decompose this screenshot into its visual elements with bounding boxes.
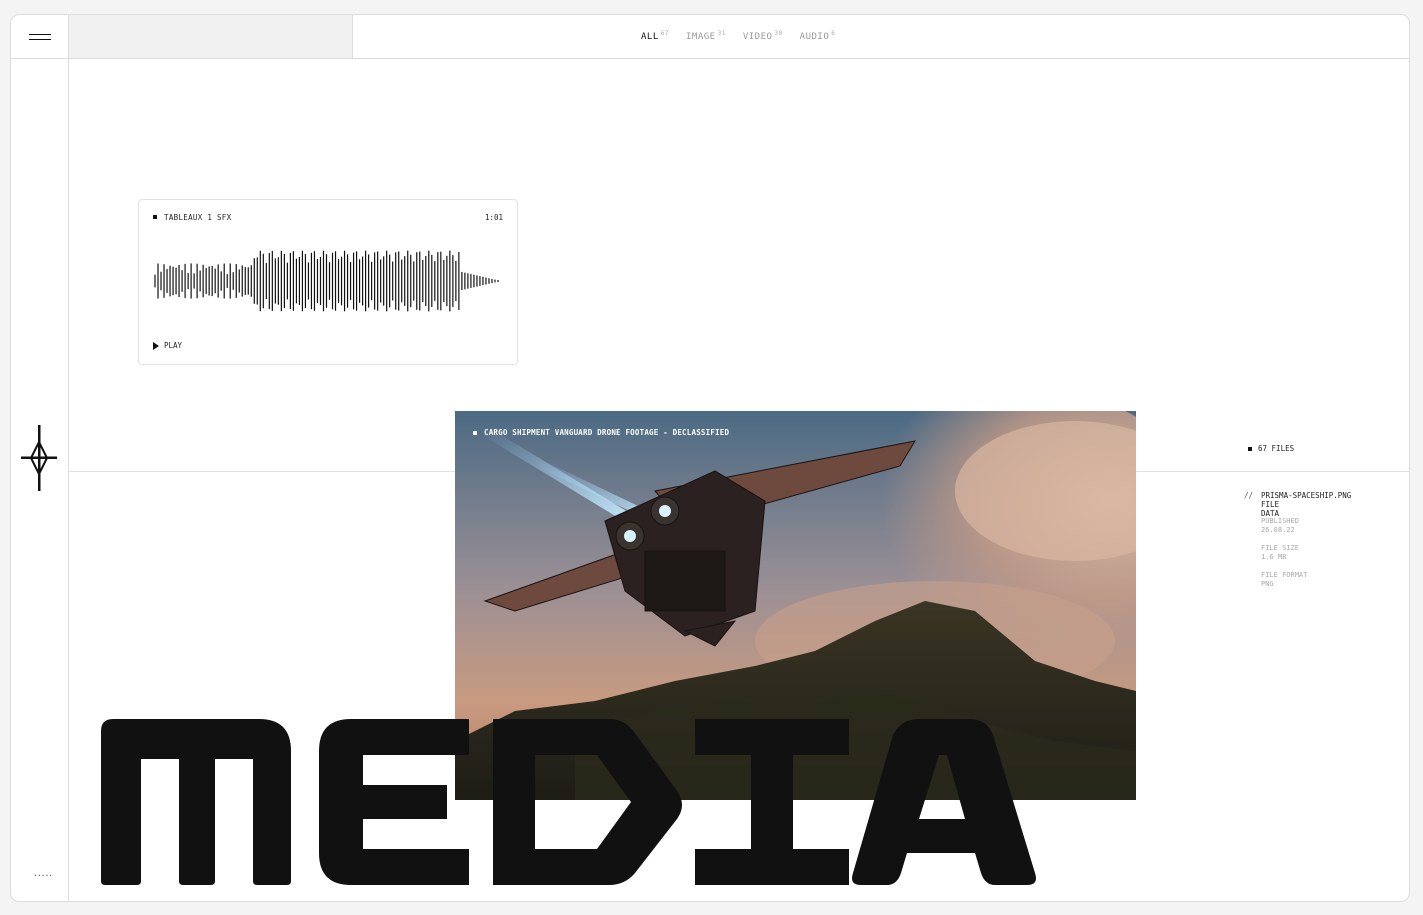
caption-bullet-icon [473,430,477,435]
tab-count: 67 [660,30,669,37]
title-letter-a [852,719,1036,885]
published-value: 26.08.22 [1261,526,1295,534]
title-letter-i [695,719,849,885]
play-button[interactable]: PLAY [153,341,182,350]
tab-label: IMAGE [686,32,716,42]
files-bullet-icon [1248,446,1252,451]
tab-count: 6 [831,30,836,37]
audio-duration: 1:01 [484,213,503,222]
waveform[interactable] [153,246,503,316]
audio-title: TABLEAUX 1 SFX [164,213,232,222]
tab-label: AUDIO [799,32,830,42]
file-format-label: FILE FORMAT [1261,571,1308,579]
caption-text: CARGO SHIPMENT VANGUARD DRONE FOOTAGE - … [484,428,730,437]
audio-bullet-icon [153,215,157,219]
tab-label: VIDEO [742,32,773,42]
title-letter-m [101,719,291,885]
filter-tabs: ALL 67 IMAGE 31 VIDEO 30 AUDIO 6 [641,30,835,42]
title-letter-d [493,719,682,885]
hamburger-icon [29,34,51,35]
hamburger-icon-line [29,39,51,40]
file-size-label: FILE SIZE [1261,544,1299,552]
tab-audio[interactable]: AUDIO 6 [800,30,836,42]
file-info-subtitle: FILE DATA [1261,500,1280,518]
file-size-value: 1.6 MB [1261,553,1287,561]
tab-count: 31 [717,30,726,37]
more-dots[interactable]: ..... [33,869,53,878]
tab-all[interactable]: ALL 67 [641,30,669,42]
page-title [101,719,1036,885]
file-info-slash: // [1244,491,1254,500]
crosshair-icon[interactable] [21,425,57,491]
file-format-value: PNG [1261,580,1274,588]
media-caption: CARGO SHIPMENT VANGUARD DRONE FOOTAGE - … [473,428,729,437]
file-name: PRISMA-SPACESHIP.PNG [1261,491,1352,500]
menu-button[interactable] [11,15,69,58]
title-letter-e [319,719,469,885]
published-label: PUBLISHED [1261,517,1299,525]
tab-image[interactable]: IMAGE 31 [686,30,726,42]
tab-count: 30 [774,30,783,37]
tab-label: ALL [641,32,659,42]
tab-video[interactable]: VIDEO 30 [743,30,783,42]
audio-card[interactable]: TABLEAUX 1 SFX 1:01 PLAY [138,199,518,365]
play-icon [153,341,159,350]
top-bar: ALL 67 IMAGE 31 VIDEO 30 AUDIO 6 [11,15,1409,59]
files-count: 67 FILES [1248,444,1294,453]
sidebar: ..... [11,59,69,901]
search-field[interactable] [69,15,353,58]
play-label: PLAY [164,341,183,350]
app-frame: ALL 67 IMAGE 31 VIDEO 30 AUDIO 6 ..... TABLE… [10,14,1410,902]
files-count-label: 67 FILES [1258,444,1295,453]
